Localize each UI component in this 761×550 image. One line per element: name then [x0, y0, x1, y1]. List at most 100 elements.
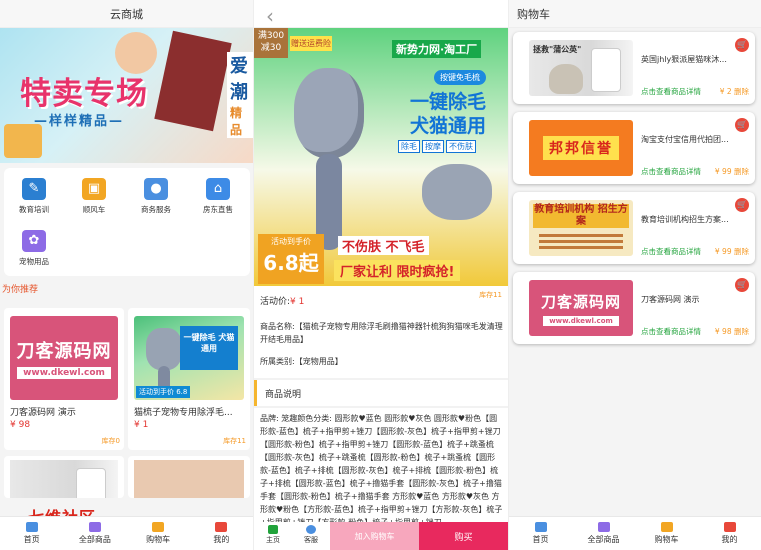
feature-list: 除毛 按摩 不伤肤 [398, 140, 478, 153]
home-icon [534, 522, 547, 532]
category-education[interactable]: ✎ 教育培训 [6, 178, 62, 215]
view-detail-link[interactable]: 点击查看商品详情 [641, 326, 701, 337]
product-image [10, 460, 118, 498]
product-image: 一键除毛 犬猫通用 活动到手价 6.8 [134, 316, 244, 400]
service-label: 客服 [304, 536, 318, 544]
user-icon [723, 522, 736, 532]
feature-pill: 按键免毛梳 [434, 70, 486, 85]
tab-cart[interactable]: 购物车 [127, 517, 190, 550]
category-grid: ✎ 教育培训 ▣ 顺风车 ● 商务服务 ⌂ 房东直售 ✿ 宠物用品 [4, 168, 250, 276]
banner-decoration [154, 30, 232, 132]
tab-home[interactable]: 首页 [0, 517, 63, 550]
jar-shape [76, 468, 106, 498]
cart-item[interactable]: 邦邦信誉 淘宝支付宝信用代拍团... 点击查看商品详情 ¥ 99 删除 🛒 [513, 112, 755, 184]
home-icon [25, 522, 38, 532]
cart-icon[interactable]: 🛒 [735, 38, 749, 52]
page-title: 购物车 [509, 0, 761, 28]
product-card[interactable]: 刀客源码网 www.dkewl.com 刀客源码网 演示 ¥ 98 库存0 [4, 308, 124, 450]
image-text: 教育培训机构 招生方案 [533, 204, 629, 228]
product-card[interactable] [128, 456, 250, 498]
tab-mine[interactable]: 我的 [698, 517, 761, 550]
product-name: 商品名称:【猫梳子宠物专用除浮毛刷撸猫神器针梳狗狗猫咪毛发清理开结毛用品】 [260, 322, 503, 344]
product-price: ¥ 1 [134, 420, 149, 430]
category-label: 房东直售 [203, 205, 233, 214]
recommend-label: 为你推荐 [2, 285, 39, 295]
service-button[interactable]: 客服 [292, 522, 330, 550]
cart-item[interactable]: 拯救"蒲公英" 英国jhly狠派屋猫咪沐... 点击查看商品详情 ¥ 2 删除 … [513, 32, 755, 104]
brush-shape [294, 68, 364, 158]
tab-mine[interactable]: 我的 [190, 517, 253, 550]
add-to-cart-button[interactable]: 加入购物车 [330, 522, 419, 550]
image-text: 活动到手价 6.8 [136, 386, 191, 398]
banner-side-text: 精品 [227, 104, 253, 138]
feature-tag: 不伤肤 [446, 140, 476, 153]
product-card[interactable] [4, 456, 124, 498]
home-label: 主页 [266, 536, 280, 544]
category-housing[interactable]: ⌂ 房东直售 [190, 178, 246, 215]
hero-slogan: 厂家让利 限时疯抢! [334, 260, 461, 281]
tab-home[interactable]: 首页 [509, 517, 572, 550]
hero-slogan: 不伤肤 不飞毛 [338, 236, 429, 255]
hero-price: 6.8起 [263, 251, 319, 275]
cart-icon[interactable]: 🛒 [735, 118, 749, 132]
detail-action-bar: 主页 客服 加入购物车 购买 [254, 522, 508, 550]
price-value: ¥ 1 [290, 297, 305, 307]
feature-tag: 按摩 [422, 140, 444, 153]
tab-label: 我的 [213, 535, 230, 544]
tab-all-products[interactable]: 全部商品 [63, 517, 126, 550]
bottom-tab-bar: 首页 全部商品 购物车 我的 [0, 516, 253, 550]
tab-cart[interactable]: 购物车 [635, 517, 698, 550]
back-arrow-icon[interactable]: ‹ [266, 4, 274, 28]
brush-shape [422, 164, 492, 220]
section-title: 商品说明 [254, 380, 508, 406]
home-button[interactable]: 主页 [254, 522, 292, 550]
cart-item-price-delete[interactable]: ¥ 99 删除 [715, 166, 749, 177]
product-image: 刀客源码网 www.dkewl.com [10, 316, 118, 400]
cart-item-price-delete[interactable]: ¥ 2 删除 [720, 86, 749, 97]
tab-label: 全部商品 [78, 535, 111, 544]
category-carpool[interactable]: ▣ 顺风车 [66, 178, 122, 215]
view-detail-link[interactable]: 点击查看商品详情 [641, 246, 701, 257]
product-image [134, 460, 244, 498]
view-detail-link[interactable]: 点击查看商品详情 [641, 166, 701, 177]
promo-tag: 满300减30 [254, 28, 288, 58]
cart-icon[interactable]: 🛒 [735, 278, 749, 292]
grid-icon [88, 522, 101, 532]
user-icon [215, 522, 228, 532]
cart-item-price-delete[interactable]: ¥ 99 删除 [715, 246, 749, 257]
banner-decoration [4, 124, 42, 158]
cart-item-image: 邦邦信誉 [529, 120, 633, 176]
car-icon: ▣ [82, 178, 106, 200]
hero-price-box: 活动到手价 6.8起 [258, 234, 324, 284]
cart-item-image: 教育培训机构 招生方案 [529, 200, 633, 256]
product-card[interactable]: 一键除毛 犬猫通用 活动到手价 6.8 猫梳子宠物专用除浮毛... ¥ 1 库存… [128, 308, 250, 450]
promo-banner[interactable]: 特卖专场 —样样精品— 爱潮 精品 [0, 28, 253, 163]
home-icon [268, 525, 278, 534]
tab-all-products[interactable]: 全部商品 [572, 517, 635, 550]
view-detail-link[interactable]: 点击查看商品详情 [641, 86, 701, 97]
cart-item-name: 刀客源码网 演示 [641, 295, 700, 304]
cart-icon[interactable]: 🛒 [735, 198, 749, 212]
tab-label: 购物车 [654, 535, 679, 544]
cart-item[interactable]: 刀客源码网 www.dkewl.com 刀客源码网 演示 点击查看商品详情 ¥ … [513, 272, 755, 344]
tab-label: 购物车 [146, 535, 171, 544]
cart-item-price-delete[interactable]: ¥ 98 删除 [715, 326, 749, 337]
cart-item-image: 刀客源码网 www.dkewl.com [529, 280, 633, 336]
cart-item-name: 淘宝支付宝信用代拍团... [641, 135, 729, 144]
stock-label: 库存11 [479, 291, 502, 299]
cart-item[interactable]: 教育培训机构 招生方案 教育培训机构招生方案... 点击查看商品详情 ¥ 99 … [513, 192, 755, 264]
banner-subtitle: —样样精品— [34, 114, 125, 129]
image-text: 刀客源码网 [16, 341, 112, 362]
feature-tag: 除毛 [398, 140, 420, 153]
category-label: 教育培训 [19, 205, 49, 214]
product-hero-image: 满300减30 赠送运费险 新势力网·淘工厂 按键免毛梳 一键除毛 犬猫通用 除… [254, 28, 508, 286]
buy-button[interactable]: 购买 [419, 522, 508, 550]
tab-label: 首页 [23, 535, 40, 544]
education-icon: ✎ [22, 178, 46, 200]
category-business[interactable]: ● 商务服务 [128, 178, 184, 215]
paw-icon: ✿ [22, 230, 46, 252]
jar-shape [591, 48, 621, 92]
product-category: 所属类别:【宠物用品】 [260, 357, 343, 366]
brush-shape [146, 328, 182, 370]
category-pets[interactable]: ✿ 宠物用品 [6, 230, 62, 267]
